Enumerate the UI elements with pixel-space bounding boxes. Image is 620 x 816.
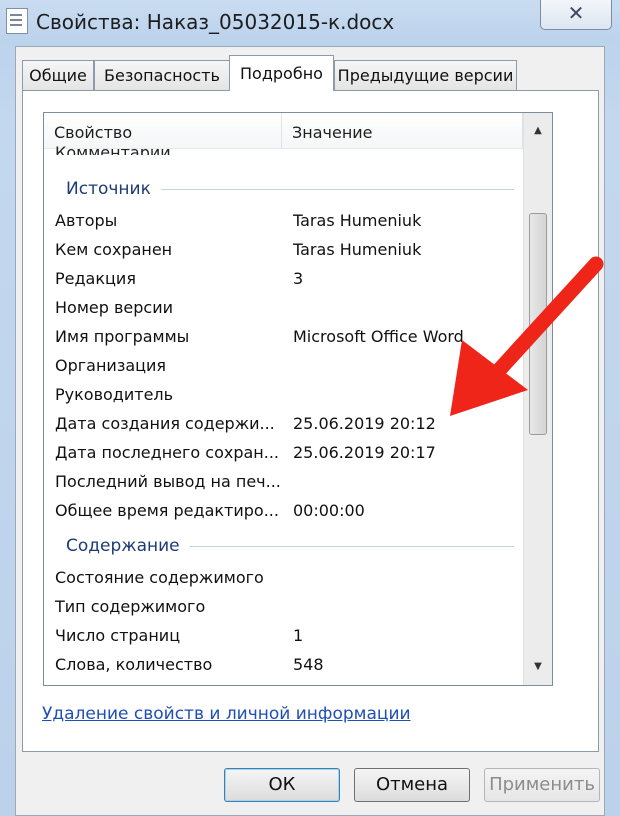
property-name: Тип содержимого	[55, 597, 206, 616]
property-name: Организация	[55, 356, 167, 375]
document-icon	[6, 8, 28, 34]
property-name: Кем сохранен	[55, 240, 173, 259]
property-name: Состояние содержимого	[55, 568, 264, 587]
close-button[interactable]: ✕	[540, 0, 612, 30]
list-row-date-last-saved[interactable]: Дата последнего сохран... 25.06.2019 20:…	[44, 438, 524, 467]
list-row-authors[interactable]: Авторы Taras Humeniuk	[44, 206, 524, 235]
property-name: Общее время редактиро...	[55, 501, 279, 520]
scroll-down-icon[interactable]: ▼	[524, 655, 552, 679]
property-name: Дата последнего сохран...	[55, 443, 280, 462]
property-name: Руководитель	[55, 385, 174, 404]
list-row-total-editing-time[interactable]: Общее время редактиро... 00:00:00	[44, 496, 524, 525]
tab-general[interactable]: Общие	[22, 60, 94, 90]
group-label-content: Содержание	[66, 531, 190, 561]
property-value: Taras Humeniuk	[293, 240, 422, 259]
tab-previous-versions[interactable]: Предыдущие версии	[334, 60, 517, 90]
list-row-content-created[interactable]: Дата создания содержи... 25.06.2019 20:1…	[44, 409, 524, 438]
cancel-button[interactable]: Отмена	[354, 768, 470, 802]
property-value: 00:00:00	[293, 501, 365, 520]
property-value: Taras Humeniuk	[293, 211, 422, 230]
properties-window: Свойства: Наказ_05032015-к.docx ✕ Общие …	[0, 0, 620, 816]
list-row-content-status[interactable]: Состояние содержимого	[44, 563, 524, 592]
apply-button[interactable]: Применить	[484, 768, 600, 802]
ok-button[interactable]: ОК	[224, 768, 340, 802]
window-title: Свойства: Наказ_05032015-к.docx	[36, 10, 395, 34]
partial-row-comments: Комментарии	[55, 143, 171, 155]
property-name: Авторы	[55, 211, 118, 230]
scrollbar-thumb[interactable]	[529, 213, 547, 435]
vertical-scrollbar[interactable]: ▲ ▼	[523, 113, 552, 685]
group-label-source: Источник	[66, 174, 161, 204]
property-name: Номер версии	[55, 298, 173, 317]
title-bar[interactable]: Свойства: Наказ_05032015-к.docx ✕	[0, 0, 620, 44]
list-row-revision[interactable]: Редакция 3	[44, 264, 524, 293]
list-row-organization[interactable]: Организация	[44, 351, 524, 380]
list-row-last-printed[interactable]: Последний вывод на печ...	[44, 467, 524, 496]
tab-details[interactable]: Подробно	[229, 55, 334, 91]
property-value: 548	[293, 655, 324, 674]
group-header-content: Содержание	[44, 531, 514, 561]
tab-security[interactable]: Безопасность	[94, 60, 230, 90]
properties-list[interactable]: Свойство Значение Комментарии Источник А…	[43, 112, 553, 686]
list-row-manager[interactable]: Руководитель	[44, 380, 524, 409]
list-row-program-name[interactable]: Имя программы Microsoft Office Word	[44, 322, 524, 351]
list-row-version-number[interactable]: Номер версии	[44, 293, 524, 322]
list-row-pages[interactable]: Число страниц 1	[44, 621, 524, 650]
property-name: Дата создания содержи...	[55, 414, 275, 433]
property-name: Слова, количество	[55, 655, 213, 674]
property-value: Microsoft Office Word	[293, 327, 464, 346]
scroll-up-icon[interactable]: ▲	[524, 119, 552, 143]
list-row-saved-by[interactable]: Кем сохранен Taras Humeniuk	[44, 235, 524, 264]
property-name: Последний вывод на печ...	[55, 472, 281, 491]
list-row-word-count[interactable]: Слова, количество 548	[44, 650, 524, 679]
property-name: Число страниц	[55, 626, 181, 645]
property-value: 3	[293, 269, 304, 288]
group-header-source: Источник	[44, 174, 514, 204]
property-name: Редакция	[55, 269, 136, 288]
property-name: Имя программы	[55, 327, 190, 346]
property-value: 25.06.2019 20:17	[293, 443, 436, 462]
close-icon: ✕	[567, 1, 585, 25]
property-value: 25.06.2019 20:12	[293, 414, 436, 433]
property-value: 1	[293, 626, 304, 645]
list-row-content-type[interactable]: Тип содержимого	[44, 592, 524, 621]
remove-properties-link[interactable]: Удаление свойств и личной информации	[42, 704, 411, 724]
column-header-value[interactable]: Значение	[282, 113, 523, 149]
